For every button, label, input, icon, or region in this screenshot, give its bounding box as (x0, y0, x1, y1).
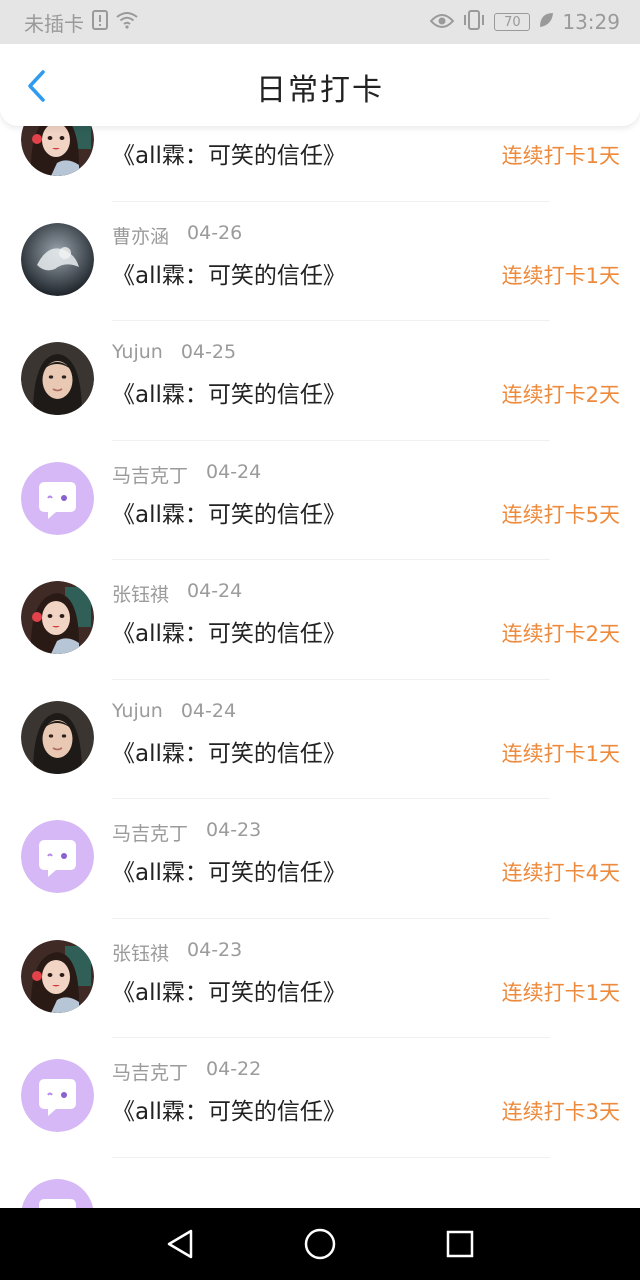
book-title: 《all霖：可笑的信任》 (112, 382, 346, 408)
avatar[interactable] (21, 461, 94, 535)
avatar[interactable] (21, 939, 94, 1013)
checkin-list-item[interactable]: Yujun 04-24 《all霖：可笑的信任》 连续打卡1天 (0, 680, 640, 800)
streak-label: 连续打卡4天 (501, 861, 620, 885)
item-meta: 马吉克丁 04-23 (112, 819, 261, 846)
username: 曹亦涵 (112, 225, 170, 248)
streak-label: 连续打卡1天 (501, 144, 620, 168)
username: 张钰祺 (112, 584, 170, 606)
battery-indicator: 70 (494, 13, 531, 31)
username: 马吉克丁 (112, 464, 189, 487)
book-title: 《all霖：可笑的信任》 (112, 740, 346, 767)
checkin-date: 04-23 (187, 938, 243, 961)
eye-comfort-icon (430, 10, 455, 34)
portrait-girl-red-icon (21, 581, 94, 654)
item-meta: 曹亦涵 04-26 (112, 222, 242, 249)
default-chat-avatar-icon (21, 1178, 94, 1208)
avatar[interactable] (21, 342, 94, 415)
checkin-list-item[interactable]: Yujun 04-25 《all霖：可笑的信任》 连续打卡2天 (0, 321, 640, 441)
portrait-dark-scene-icon (21, 222, 94, 296)
avatar[interactable] (21, 1059, 94, 1132)
avatar[interactable] (21, 581, 94, 654)
item-meta: 马吉克丁 04-24 (112, 461, 261, 488)
checkin-date: 04-25 (180, 341, 237, 363)
back-triangle-icon (167, 1229, 193, 1259)
checkin-date: 04-24 (187, 580, 243, 602)
default-chat-avatar-icon (21, 820, 94, 893)
streak-label: 连续打卡5天 (501, 502, 620, 527)
status-bar: 未插卡 70 13:29 (0, 0, 640, 44)
avatar[interactable] (21, 700, 94, 774)
streak-label: 连续打卡2天 (501, 622, 620, 646)
checkin-list-item[interactable]: 马吉克丁 04-24 《all霖：可笑的信任》 连续打卡5天 (0, 441, 640, 561)
portrait-girl-red-icon (21, 124, 94, 176)
portrait-girl-red-icon (21, 939, 94, 1013)
checkin-list-item[interactable]: 张钰祺 04-24 《all霖：可笑的信任》 连续打卡2天 (0, 560, 640, 680)
carrier-label: 未插卡 (24, 11, 84, 36)
avatar[interactable] (21, 820, 94, 893)
checkin-date: 04-24 (180, 699, 237, 722)
nav-home-button[interactable] (296, 1220, 344, 1268)
recents-square-icon (446, 1230, 474, 1258)
checkin-list-item[interactable] (0, 1158, 640, 1208)
clock: 13:29 (562, 10, 620, 34)
book-title: 《all霖：可笑的信任》 (112, 1099, 346, 1125)
status-left: 未插卡 (24, 8, 138, 37)
avatar[interactable] (21, 124, 94, 176)
checkin-list-item[interactable]: 曹亦涵 04-26 《all霖：可笑的信任》 连续打卡1天 (0, 202, 640, 322)
nav-back-button[interactable] (156, 1220, 204, 1268)
portrait-girl-photo-icon (21, 342, 94, 415)
home-circle-icon (304, 1228, 336, 1260)
checkin-list-inner: 张钰祺04-27《all霖：可笑的信任》连续打卡1天曹亦涵04-26《all霖：… (0, 124, 640, 1208)
streak-label: 连续打卡1天 (501, 263, 620, 288)
book-title: 《all霖：可笑的信任》 (112, 501, 346, 528)
item-meta: 张钰祺 04-24 (112, 580, 242, 607)
streak-label: 连续打卡2天 (501, 383, 620, 407)
streak-label: 连续打卡1天 (501, 741, 620, 766)
portrait-girl-photo-icon (21, 700, 94, 774)
username: Yujun (112, 341, 163, 363)
avatar[interactable] (21, 1178, 94, 1208)
book-title: 《all霖：可笑的信任》 (112, 860, 346, 886)
vibrate-icon (462, 9, 486, 35)
nav-recents-button[interactable] (436, 1220, 484, 1268)
username: 马吉克丁 (112, 1062, 189, 1084)
status-right: 70 13:29 (430, 9, 620, 35)
leaf-icon (538, 10, 554, 34)
checkin-date: 04-22 (206, 1058, 262, 1080)
avatar[interactable] (21, 222, 94, 296)
checkin-list-item[interactable]: 张钰祺04-27《all霖：可笑的信任》连续打卡1天 (0, 124, 640, 202)
checkin-list-item[interactable]: 马吉克丁 04-23 《all霖：可笑的信任》 连续打卡4天 (0, 799, 640, 919)
book-title: 《all霖：可笑的信任》 (112, 143, 346, 169)
username: 张钰祺 (112, 942, 170, 965)
streak-label: 连续打卡3天 (501, 1100, 620, 1124)
checkin-list-item[interactable]: 张钰祺 04-23 《all霖：可笑的信任》 连续打卡1天 (0, 919, 640, 1039)
sim-alert-icon (92, 9, 108, 35)
checkin-date: 04-23 (206, 819, 262, 841)
top-app-bar: 日常打卡 (0, 44, 640, 126)
page-title: 日常打卡 (256, 73, 384, 108)
item-meta: 张钰祺 04-23 (112, 939, 242, 966)
username: 马吉克丁 (112, 823, 189, 845)
item-meta: Yujun 04-24 (112, 700, 236, 722)
system-nav-bar (0, 1208, 640, 1280)
username: Yujun (112, 699, 163, 722)
checkin-date: 04-24 (206, 460, 262, 483)
book-title: 《all霖：可笑的信任》 (112, 262, 346, 289)
book-title: 《all霖：可笑的信任》 (112, 621, 346, 647)
checkin-date: 04-26 (187, 221, 243, 244)
item-meta: 马吉克丁 04-22 (112, 1058, 261, 1085)
item-meta: Yujun 04-25 (112, 341, 236, 363)
default-chat-avatar-icon (21, 1059, 94, 1132)
checkin-list[interactable]: 张钰祺04-27《all霖：可笑的信任》连续打卡1天曹亦涵04-26《all霖：… (0, 124, 640, 1208)
checkin-list-item[interactable]: 马吉克丁 04-22 《all霖：可笑的信任》 连续打卡3天 (0, 1038, 640, 1158)
streak-label: 连续打卡1天 (501, 980, 620, 1005)
default-chat-avatar-icon (21, 461, 94, 535)
book-title: 《all霖：可笑的信任》 (112, 979, 346, 1006)
wifi-icon (116, 10, 138, 34)
